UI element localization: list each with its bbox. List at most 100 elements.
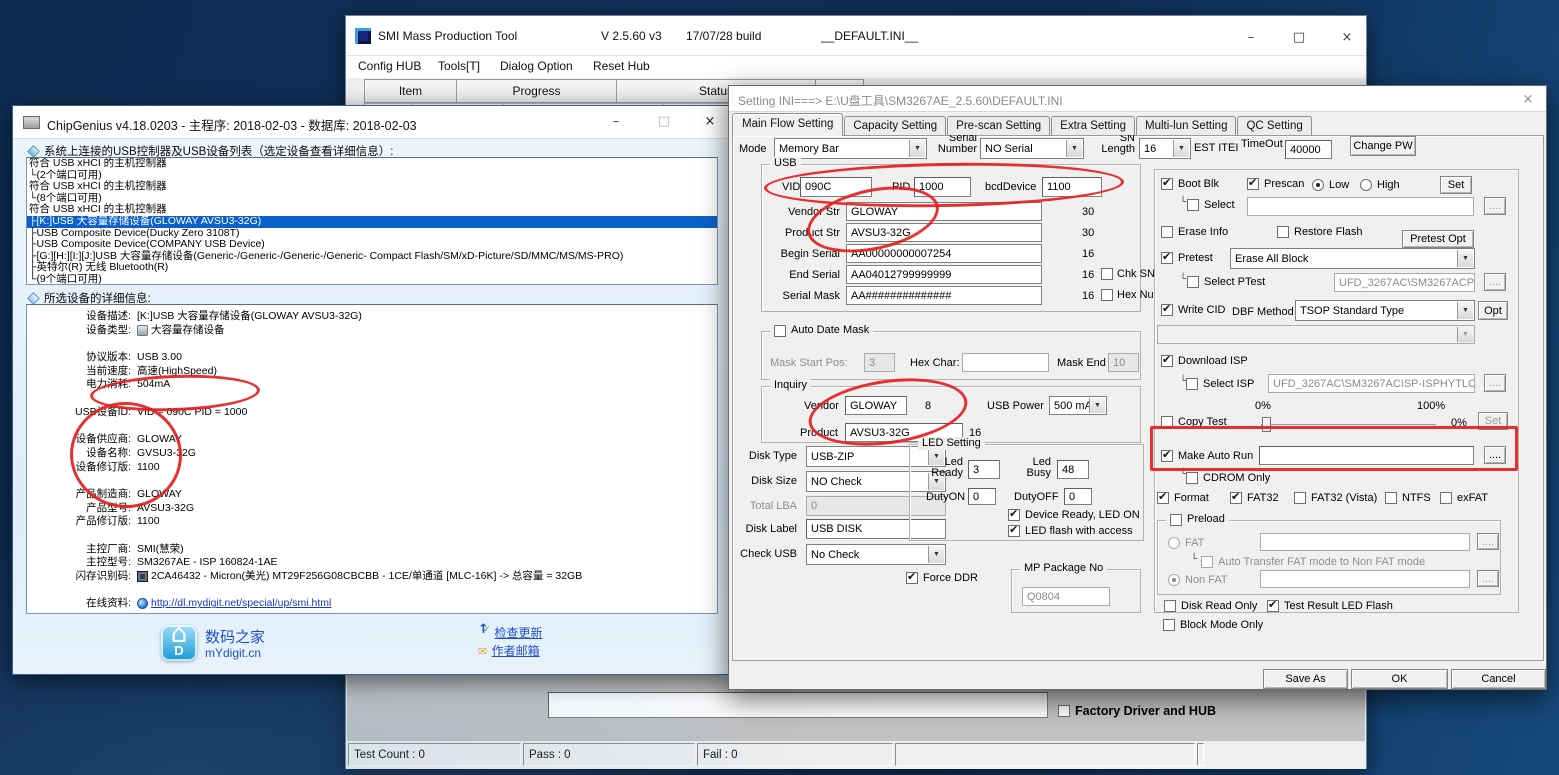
device-list-item[interactable]: 符合 USB xHCI 的主机控制器 xyxy=(27,181,717,193)
erase-info-checkbox[interactable]: Erase Info xyxy=(1161,226,1228,238)
device-list-item[interactable]: ├英特尔(R) 无线 Bluetooth(R) xyxy=(27,262,717,274)
hex-char-field[interactable] xyxy=(962,353,1049,372)
fat-path-field[interactable] xyxy=(1260,533,1470,551)
check-update-row[interactable]: 检查更新 xyxy=(478,624,542,642)
pretest-mode-select[interactable]: Erase All Block xyxy=(1230,248,1475,269)
fat-browse-button[interactable]: .... xyxy=(1477,533,1499,550)
factory-driver-checkbox[interactable]: Factory Driver and HUB xyxy=(1058,704,1216,718)
boot-select-browse-button[interactable]: .... xyxy=(1484,197,1506,215)
restore-flash-checkbox[interactable]: Restore Flash xyxy=(1277,226,1362,238)
ptest-path-field[interactable]: UFD_3267AC\SM3267ACPTEST.bin xyxy=(1334,273,1475,292)
led-ready-field[interactable]: 3 xyxy=(968,460,1000,479)
copy-test-checkbox[interactable]: Copy Test xyxy=(1161,416,1227,428)
check-update-link[interactable]: 检查更新 xyxy=(494,626,542,640)
isp-browse-button[interactable]: .... xyxy=(1484,374,1506,392)
usb-row-field[interactable]: GLOWAY xyxy=(846,202,1042,221)
fat32-vista-checkbox[interactable]: FAT32 (Vista) xyxy=(1294,492,1377,504)
cancel-button[interactable]: Cancel xyxy=(1451,669,1546,689)
high-radio[interactable]: High xyxy=(1360,179,1400,191)
usb-row-field[interactable]: AVSU3-32G xyxy=(846,223,1042,242)
low-radio[interactable]: Low xyxy=(1312,179,1349,191)
column-header[interactable]: Progress xyxy=(456,79,617,103)
mydigit-url-link[interactable]: mYdigit.cn xyxy=(205,646,261,660)
opt-button[interactable]: Opt xyxy=(1478,301,1508,320)
save-as-button[interactable]: Save As xyxy=(1263,669,1348,689)
non-fat-radio[interactable]: Non FAT xyxy=(1168,574,1228,586)
minimize-icon[interactable] xyxy=(601,112,631,130)
boot-select-checkbox[interactable]: Select xyxy=(1187,199,1235,211)
test-result-led-checkbox[interactable]: Test Result LED Flash xyxy=(1267,600,1393,612)
minimize-icon[interactable] xyxy=(1236,28,1266,46)
copy-test-set-button[interactable]: Set xyxy=(1478,412,1508,430)
pid-field[interactable]: 1000 xyxy=(914,177,971,197)
tab[interactable]: Extra Setting xyxy=(1051,116,1135,135)
copy-test-slider-thumb[interactable] xyxy=(1262,417,1271,432)
mydigit-site-link[interactable]: 数码之家 xyxy=(205,626,265,647)
disk-read-only-checkbox[interactable]: Disk Read Only xyxy=(1164,600,1257,612)
close-icon[interactable] xyxy=(1518,90,1538,108)
dbf-method-select[interactable]: TSOP Standard Type xyxy=(1295,300,1475,321)
pretest-opt-button[interactable]: Pretest Opt xyxy=(1402,230,1474,248)
mydigit-logo[interactable]: ⌂ D xyxy=(161,625,197,661)
vid-field[interactable]: 090C xyxy=(800,177,872,197)
maximize-icon[interactable] xyxy=(1284,28,1314,46)
tab[interactable]: QC Setting xyxy=(1237,116,1311,135)
device-list-item[interactable]: ├[K:]USB 大容量存储设备(GLOWAY AVSU3-32G) xyxy=(27,216,717,228)
usb-row-field[interactable]: AA04012799999999 xyxy=(846,265,1042,284)
fat-radio[interactable]: FAT xyxy=(1168,537,1204,549)
smi-message-field[interactable] xyxy=(548,692,1048,718)
dutyon-field[interactable]: 0 xyxy=(968,488,996,505)
menu-item[interactable]: Dialog Option xyxy=(500,59,573,73)
tab[interactable]: Pre-scan Setting xyxy=(947,116,1050,135)
copy-test-slider-track[interactable] xyxy=(1261,424,1437,428)
boot-select-path-field[interactable] xyxy=(1247,197,1474,216)
tab[interactable]: Multi-lun Setting xyxy=(1136,116,1236,135)
menu-item[interactable]: Tools[T] xyxy=(438,59,480,73)
non-fat-browse-button[interactable]: .... xyxy=(1477,570,1499,587)
format-checkbox[interactable]: Format xyxy=(1157,492,1209,504)
non-fat-path-field[interactable] xyxy=(1260,570,1470,588)
serial-number-select[interactable]: NO Serial xyxy=(980,138,1084,159)
close-icon[interactable] xyxy=(695,112,725,130)
force-ddr-checkbox[interactable]: Force DDR xyxy=(906,572,978,584)
close-icon[interactable] xyxy=(1332,28,1362,46)
device-list-item[interactable]: 符合 USB xHCI 的主机控制器 xyxy=(27,158,717,170)
tab[interactable]: Main Flow Setting xyxy=(732,113,843,136)
sn-length-select[interactable]: 16 xyxy=(1139,138,1191,159)
author-mail-link[interactable]: 作者邮箱 xyxy=(492,644,540,658)
usb-row-field[interactable]: AA############## xyxy=(846,286,1042,305)
column-header[interactable]: Item xyxy=(364,79,457,103)
auto-run-browse-button[interactable]: .... xyxy=(1484,446,1506,464)
fat32-checkbox[interactable]: FAT32 xyxy=(1230,492,1279,504)
maximize-icon[interactable] xyxy=(649,112,679,130)
auto-run-path-field[interactable] xyxy=(1259,446,1474,465)
device-list-item[interactable]: ├USB Composite Device(COMPANY USB Device… xyxy=(27,239,717,251)
device-ready-led-checkbox[interactable]: Device Ready, LED ON xyxy=(1008,509,1140,521)
dutyoff-field[interactable]: 0 xyxy=(1064,488,1092,505)
led-busy-field[interactable]: 48 xyxy=(1057,460,1089,479)
ok-button[interactable]: OK xyxy=(1351,669,1448,689)
usb-row-field[interactable]: AA00000000007254 xyxy=(846,244,1042,263)
device-list-item[interactable]: └(9个端口可用) xyxy=(27,274,717,285)
ntfs-checkbox[interactable]: NTFS xyxy=(1385,492,1431,504)
change-pw-button[interactable]: Change PW xyxy=(1350,136,1416,156)
isp-path-field[interactable]: UFD_3267AC\SM3267ACISP-ISPHYTLC.B xyxy=(1268,374,1475,393)
ptest-browse-button[interactable]: .... xyxy=(1484,273,1506,291)
timeout-field[interactable]: 40000 xyxy=(1285,140,1332,159)
mp-package-field[interactable]: Q0804 xyxy=(1022,587,1110,606)
download-isp-checkbox[interactable]: Download ISP xyxy=(1161,355,1248,367)
make-auto-run-checkbox[interactable]: Make Auto Run xyxy=(1161,450,1253,462)
prescan-checkbox[interactable]: Prescan xyxy=(1247,178,1304,190)
boot-blk-checkbox[interactable]: Boot Blk xyxy=(1161,178,1219,190)
select-ptest-checkbox[interactable]: Select PTest xyxy=(1187,276,1265,288)
select-isp-checkbox[interactable]: Select ISP xyxy=(1186,378,1254,390)
exfat-checkbox[interactable]: exFAT xyxy=(1440,492,1488,504)
cdrom-only-checkbox[interactable]: CDROM Only xyxy=(1186,472,1270,484)
pretest-checkbox[interactable]: Pretest xyxy=(1161,252,1213,264)
auto-transfer-checkbox[interactable]: Auto Transfer FAT mode to Non FAT mode xyxy=(1201,556,1425,568)
mask-start-field[interactable]: 3 xyxy=(864,353,895,372)
menu-item[interactable]: Config HUB xyxy=(358,59,421,73)
set-button[interactable]: Set xyxy=(1440,176,1472,194)
mask-end-field[interactable]: 10 xyxy=(1108,353,1139,372)
auto-date-mask-legend[interactable]: Auto Date Mask xyxy=(770,324,873,337)
